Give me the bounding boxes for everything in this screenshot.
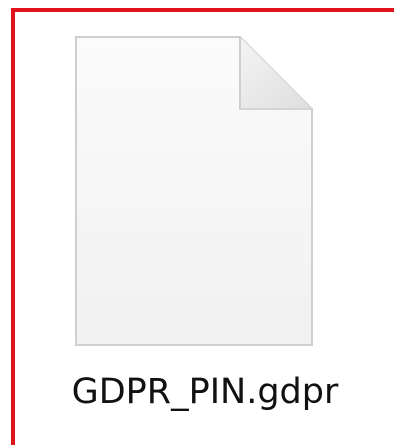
- file-item[interactable]: GDPR_PIN.gdpr: [40, 30, 370, 430]
- selection-border-left: [11, 8, 15, 445]
- blank-document-icon: [75, 36, 313, 346]
- selection-border-top: [11, 8, 394, 12]
- file-name-label[interactable]: GDPR_PIN.gdpr: [40, 367, 370, 417]
- explorer-view: GDPR_PIN.gdpr: [0, 0, 394, 445]
